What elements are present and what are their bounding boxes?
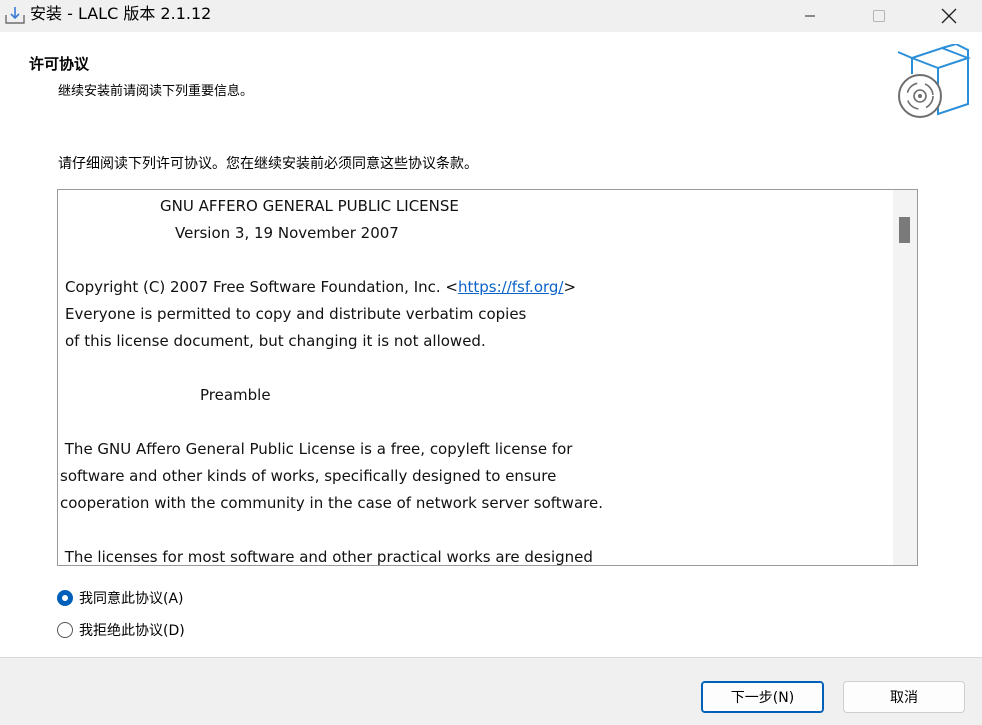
close-button[interactable] — [926, 0, 972, 32]
license-line: cooperation with the community in the ca… — [60, 494, 603, 512]
license-scrollbar[interactable] — [893, 190, 917, 565]
license-textbox[interactable]: GNU AFFERO GENERAL PUBLIC LICENSE Versio… — [57, 189, 918, 566]
preamble-heading: Preamble — [200, 386, 271, 404]
title-bar: 安装 - LALC 版本 2.1.12 — [0, 0, 982, 32]
license-line: of this license document, but changing i… — [65, 332, 486, 350]
decline-radio[interactable] — [57, 622, 73, 638]
license-title: GNU AFFERO GENERAL PUBLIC LICENSE — [160, 197, 459, 215]
scrollbar-thumb[interactable] — [899, 217, 910, 243]
maximize-icon — [873, 10, 885, 22]
license-copyright: Copyright (C) 2007 Free Software Foundat… — [65, 277, 576, 297]
installer-icon — [5, 7, 25, 24]
license-line: software and other kinds of works, speci… — [60, 467, 557, 485]
license-line: The GNU Affero General Public License is… — [60, 440, 573, 458]
cancel-button[interactable]: 取消 — [843, 681, 965, 713]
accept-radio-option[interactable]: 我同意此协议(A) — [57, 587, 184, 609]
minimize-button[interactable] — [787, 0, 833, 32]
decline-label: 我拒绝此协议(D) — [79, 623, 185, 639]
instruction-text: 请仔细阅读下列许可协议。您在继续安装前必须同意这些协议条款。 — [58, 156, 478, 172]
close-icon — [941, 8, 957, 24]
accept-label: 我同意此协议(A) — [79, 591, 184, 607]
license-content: GNU AFFERO GENERAL PUBLIC LICENSE Versio… — [58, 190, 892, 565]
license-version: Version 3, 19 November 2007 — [175, 224, 399, 242]
accept-radio[interactable] — [57, 590, 73, 606]
copyright-suffix: > — [563, 278, 577, 296]
decline-radio-option[interactable]: 我拒绝此协议(D) — [57, 619, 185, 641]
copyright-prefix: Copyright (C) 2007 Free Software Foundat… — [65, 278, 458, 296]
next-button[interactable]: 下一步(N) — [701, 681, 824, 713]
fsf-link[interactable]: https://fsf.org/ — [458, 278, 563, 296]
maximize-button[interactable] — [856, 0, 902, 32]
wizard-footer — [0, 658, 982, 725]
page-subtitle: 继续安装前请阅读下列重要信息。 — [58, 84, 254, 99]
license-line: The licenses for most software and other… — [60, 548, 593, 565]
box-with-disc-icon — [897, 44, 971, 118]
license-line: Everyone is permitted to copy and distri… — [65, 305, 527, 323]
page-title: 许可协议 — [29, 55, 90, 73]
minimize-icon — [805, 15, 815, 17]
wizard-header — [0, 32, 982, 124]
window-title: 安装 - LALC 版本 2.1.12 — [30, 4, 212, 23]
